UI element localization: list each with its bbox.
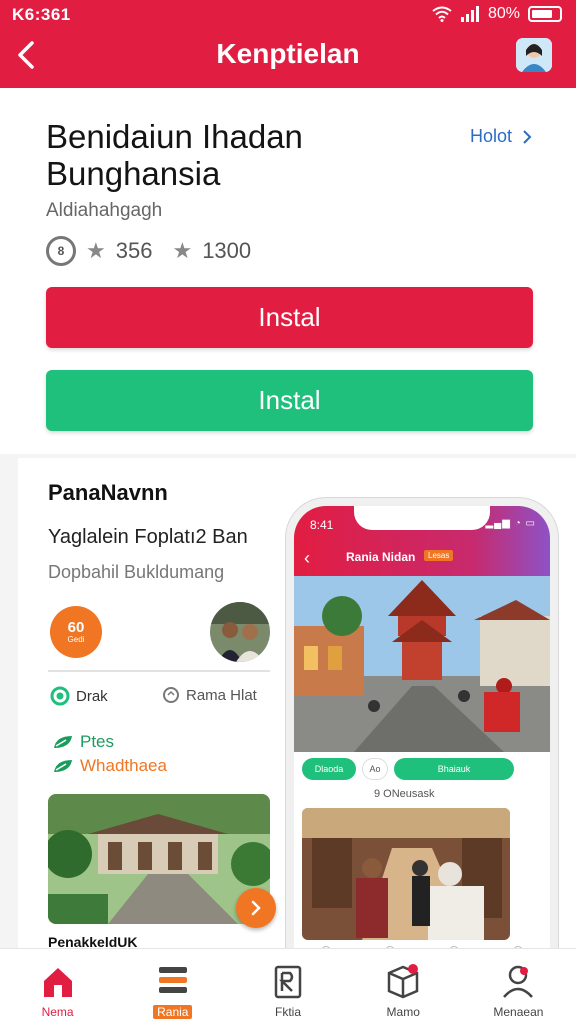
option-label: Drak xyxy=(76,687,108,705)
leaf-icon xyxy=(54,736,72,748)
radio-icon xyxy=(163,687,179,703)
phone-status-icons: ▂▄▆ ◔ ▭ xyxy=(485,518,536,529)
nav-label: Mamo xyxy=(386,1005,420,1019)
home-icon xyxy=(43,968,72,997)
ratings-row: 8 ★ 356 ★ 1300 xyxy=(46,236,251,266)
phone-chip: Dlaoda xyxy=(302,758,356,780)
rating-count-2: 1300 xyxy=(202,238,252,263)
option-label: Rama Hlat xyxy=(186,686,257,704)
rating-count-1: 356 xyxy=(115,238,153,263)
score-value: 60 xyxy=(67,619,85,636)
age-rating-badge: 8 xyxy=(46,236,76,266)
pagoda-street-photo xyxy=(294,576,550,752)
nav-label: Fktia xyxy=(275,1005,302,1019)
app-title: Benidaiun Ihadan Bunghansia xyxy=(46,118,303,192)
score-badge: 60 Gedi xyxy=(50,606,102,658)
divider xyxy=(48,670,270,672)
bottom-navigation: Nema Rania Fktia Mamo Menaean xyxy=(0,948,576,1024)
star-icon: ★ xyxy=(86,238,106,263)
score-label: Gedi xyxy=(67,635,85,644)
promo-subtitle: Yaglalein Foplatı2 Ban xyxy=(48,526,248,548)
nav-item-box[interactable]: Mamo xyxy=(346,949,461,1024)
more-link[interactable]: Holot xyxy=(470,126,532,147)
wifi-icon xyxy=(432,6,452,22)
developer-name: Aldiahahgagh xyxy=(46,200,163,221)
box-icon xyxy=(387,964,419,999)
user-icon xyxy=(503,965,534,998)
profile-button[interactable] xyxy=(516,38,552,72)
chevron-right-icon xyxy=(523,129,532,144)
promo-caption: Dopbahil Bukldumang xyxy=(48,562,225,582)
option-drak[interactable]: Drak xyxy=(50,686,108,706)
phone-chip: Ao xyxy=(362,758,388,780)
nav-item-profile[interactable]: Menaean xyxy=(461,949,576,1024)
nav-label: Rania xyxy=(153,1005,193,1019)
battery-icon xyxy=(528,6,562,22)
book-icon xyxy=(274,965,302,999)
nav-label: Nema xyxy=(41,1005,74,1019)
list-icon xyxy=(158,967,187,993)
promo-title: PanaNavnn xyxy=(48,480,168,505)
status-bar: K6:361 80% xyxy=(0,0,576,30)
phone-mockup: 8:41 ▂▄▆ ◔ ▭ ‹ Rania Nidan Lesas Dlaoda … xyxy=(286,498,558,958)
avatar[interactable] xyxy=(210,602,270,662)
phone-subtitle: 9 ONeusask xyxy=(374,788,435,800)
signal-icon xyxy=(460,6,479,22)
leaf-icon xyxy=(54,760,72,772)
feature-item: Ptes xyxy=(52,732,114,752)
phone-chip: Bhaiauk xyxy=(394,758,514,780)
chevron-right-icon xyxy=(251,900,261,916)
phone-time: 8:41 xyxy=(310,518,334,532)
phone-back-icon: ‹ xyxy=(304,548,310,568)
phone-header: 8:41 ▂▄▆ ◔ ▭ ‹ Rania Nidan Lesas xyxy=(294,506,550,576)
nav-item-book[interactable]: Fktia xyxy=(230,949,345,1024)
nav-label: Menaean xyxy=(493,1005,544,1019)
promo-section: PanaNavnn Yaglalein Foplatı2 Ban Dopbahi… xyxy=(18,458,576,958)
people-photo-icon xyxy=(210,602,270,662)
age-rating-text: 8 xyxy=(57,244,65,258)
phone-title: Rania Nidan xyxy=(346,550,416,564)
phone-notch xyxy=(354,506,490,530)
interior-photo xyxy=(302,808,510,940)
app-header: K6:361 80% Kenptielan xyxy=(0,0,576,88)
option-rama[interactable]: Rama Hlat xyxy=(162,686,257,704)
radio-selected-icon xyxy=(50,686,70,706)
nav-item-list[interactable]: Rania xyxy=(115,949,230,1024)
app-info-card: Benidaiun Ihadan Bunghansia Holot Aldiah… xyxy=(0,88,576,454)
avatar-icon xyxy=(516,38,552,72)
more-link-label: Holot xyxy=(469,126,512,146)
feature-label: Whadthaea xyxy=(80,756,167,775)
next-button[interactable] xyxy=(236,888,276,928)
street-photo-icon xyxy=(294,576,550,752)
install-button-primary[interactable]: Instal xyxy=(46,287,533,348)
battery-text: 80% xyxy=(487,5,520,22)
nav-item-home[interactable]: Nema xyxy=(0,949,115,1024)
status-time: K6:361 xyxy=(12,5,71,24)
phone-badge: Lesas xyxy=(424,550,454,561)
page-title: Kenptielan xyxy=(216,38,360,69)
interior-photo-icon xyxy=(302,808,510,940)
feature-label: Ptes xyxy=(80,732,115,751)
install-button-secondary[interactable]: Instal xyxy=(46,370,533,431)
battery-level xyxy=(532,10,552,18)
status-indicators: 80% xyxy=(432,5,562,23)
star-icon: ★ xyxy=(172,238,193,263)
feature-item: Whadthaea xyxy=(52,756,167,776)
